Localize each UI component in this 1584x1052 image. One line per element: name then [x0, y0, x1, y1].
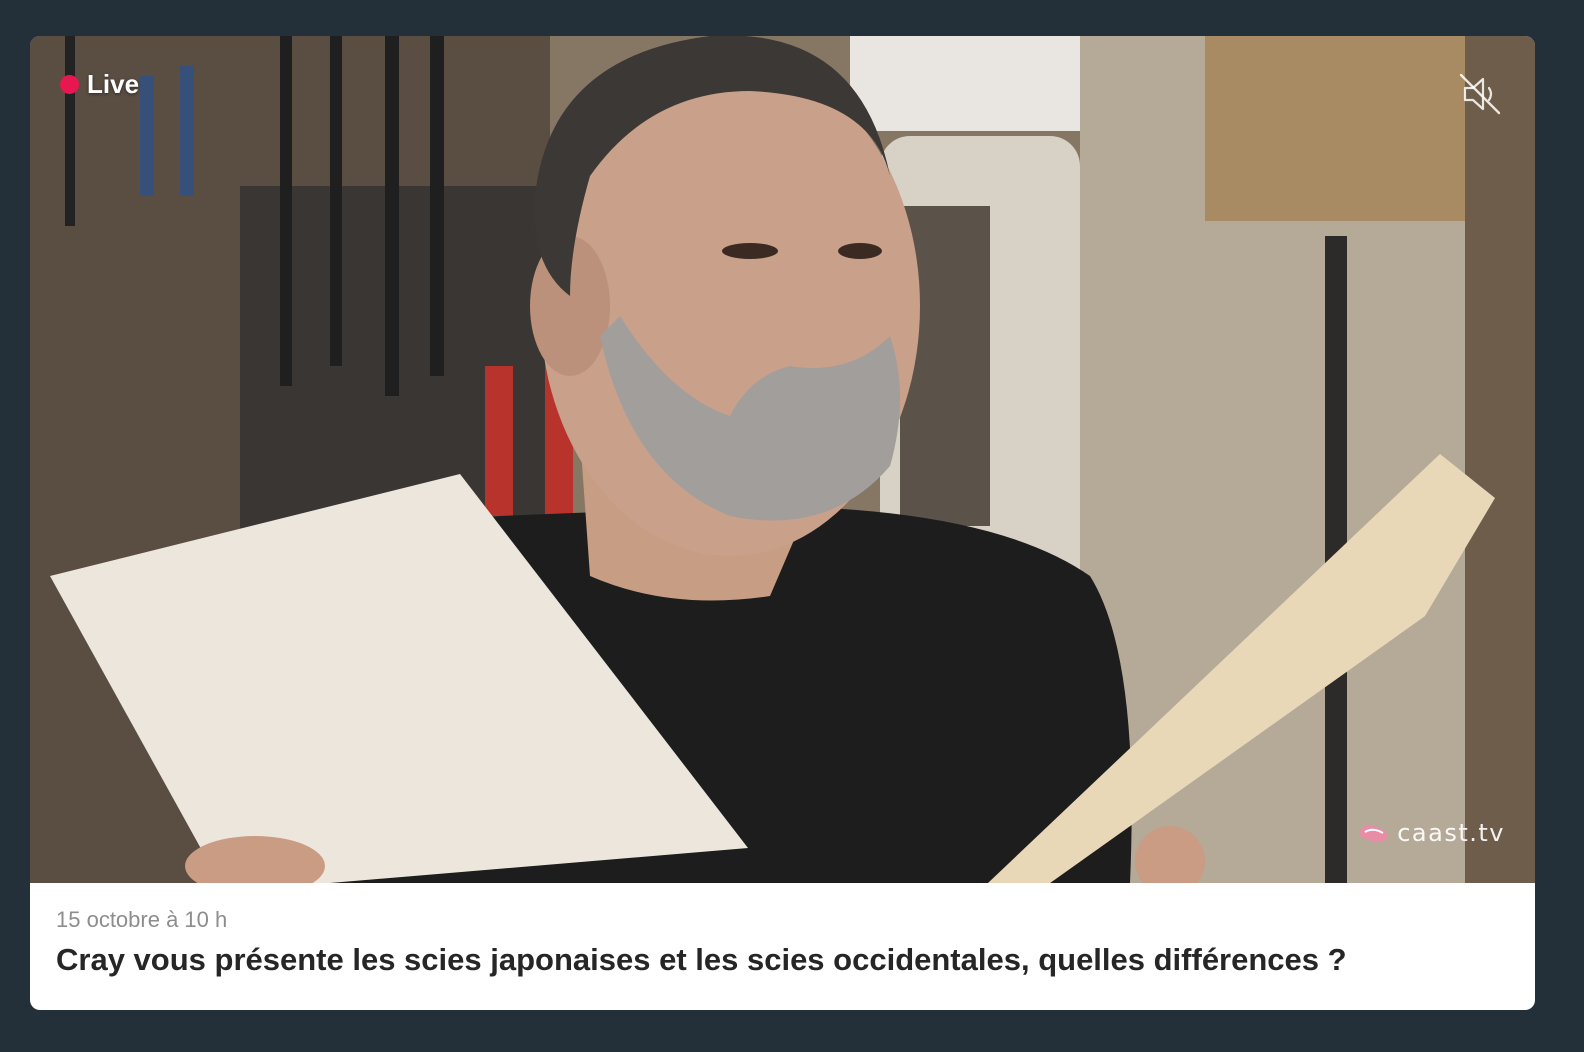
event-info: 15 octobre à 10 h Cray vous présente les… [30, 883, 1535, 980]
event-date: 15 octobre à 10 h [56, 907, 228, 932]
live-label: Live [87, 69, 140, 99]
mute-button[interactable] [1455, 69, 1505, 119]
video-card[interactable]: Live caast.tv 15 octobre à 10 h Cray vou… [30, 36, 1535, 1010]
video-player[interactable]: Live caast.tv [30, 36, 1535, 883]
live-badge: Live [60, 69, 139, 100]
volume-muted-icon [1459, 73, 1501, 115]
caast-watermark: caast.tv [1357, 819, 1505, 847]
watermark-text: caast.tv [1397, 819, 1505, 847]
live-indicator-dot [60, 75, 79, 94]
event-title[interactable]: Cray vous présente les scies japonaises … [56, 941, 1509, 980]
caast-logo-icon [1360, 825, 1388, 842]
video-frame-image [30, 36, 1535, 883]
